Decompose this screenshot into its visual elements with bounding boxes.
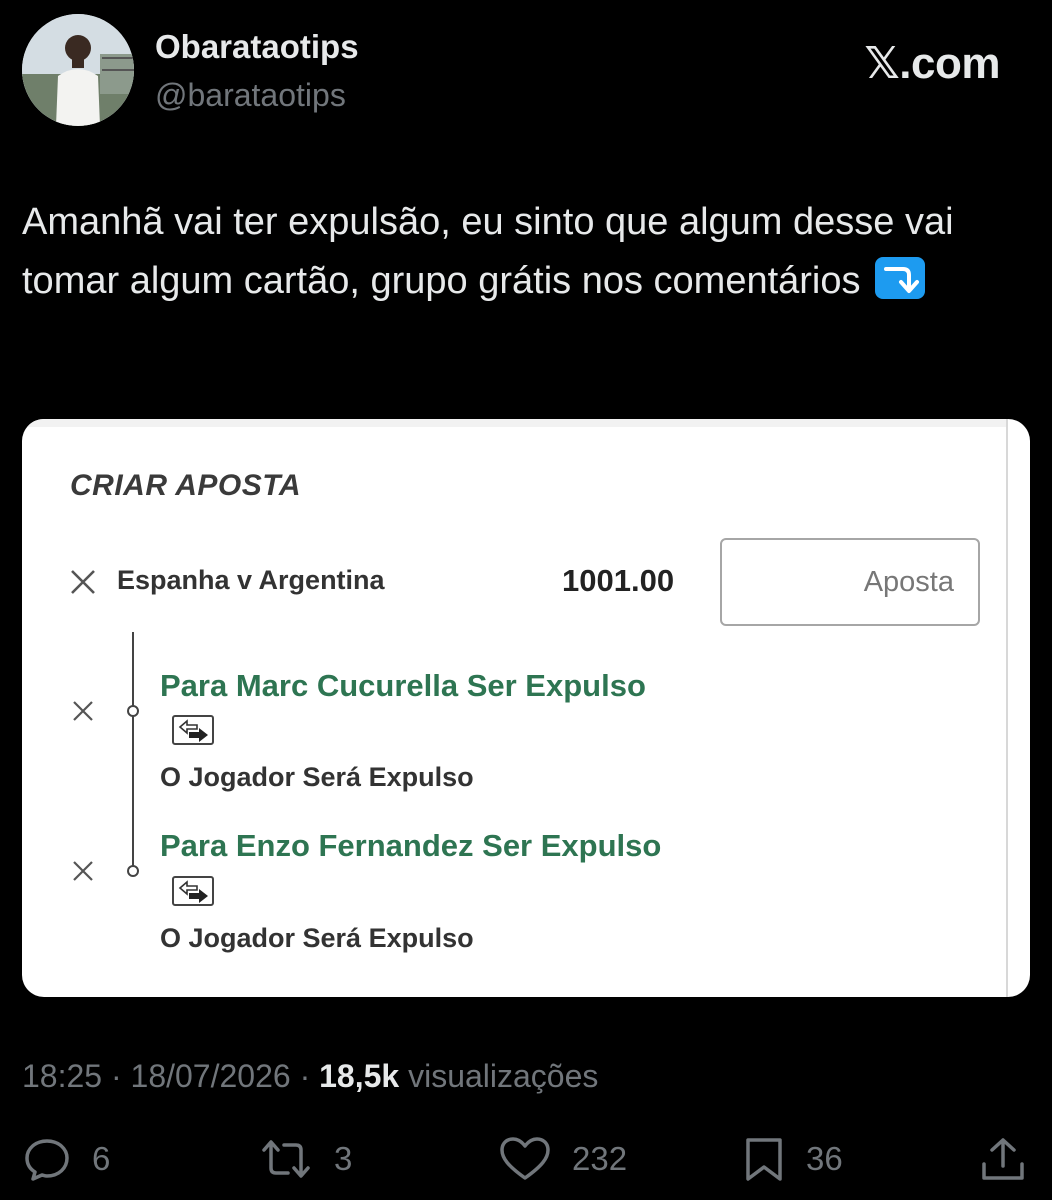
repost-button[interactable]: 3 [258,1136,352,1182]
separator-dot: · [110,1058,122,1094]
bookmark-button[interactable]: 36 [742,1136,843,1182]
heart-icon [500,1137,550,1180]
selection-connector-line [132,632,134,872]
selection-2-title[interactable]: Para Enzo Fernandez Ser Expulso [160,828,661,864]
reply-count: 6 [92,1140,111,1177]
avatar[interactable] [22,14,134,126]
reply-button[interactable]: 6 [22,1136,110,1182]
remove-selection-2-icon[interactable] [72,860,94,887]
swap-icon[interactable] [172,876,214,906]
bookmark-icon [746,1138,782,1181]
tweet-time[interactable]: 18:25 [22,1058,102,1094]
swap-icon[interactable] [172,715,214,745]
tweet-date[interactable]: 18/07/2026 [131,1058,291,1094]
repost-count: 3 [334,1140,353,1177]
stake-input[interactable] [720,538,980,626]
views-label: visualizações [408,1058,599,1094]
tweet-meta: 18:25 · 18/07/2026 · 18,5k visualizações [22,1058,598,1095]
display-name[interactable]: Obarataotips [155,28,359,66]
total-odds: 1001.00 [562,563,675,598]
x-logo: 𝕏.com [864,39,1000,88]
tweet-body: Amanhã vai ter expulsão, eu sinto que al… [22,201,954,302]
match-name: Espanha v Argentina [117,565,385,595]
selection-node [127,705,139,717]
user-handle[interactable]: @baratаotips [155,77,346,114]
remove-match-icon[interactable] [70,569,96,600]
views-count: 18,5k [319,1058,400,1094]
separator-dot: · [299,1058,311,1094]
share-icon [982,1138,1024,1180]
selection-2-market: O Jogador Será Expulso [160,923,474,953]
selection-1-market: O Jogador Será Expulso [160,762,474,792]
card-right-border [1006,419,1008,997]
card-top-border [22,419,1008,427]
bet-slip-card: CRIAR APOSTA Espanha v Argentina 1001.00… [22,419,1030,997]
reply-icon [25,1139,69,1181]
remove-selection-1-icon[interactable] [72,700,94,727]
selection-node [127,865,139,877]
selection-1-title[interactable]: Para Marc Cucurella Ser Expulso [160,668,646,704]
bet-slip-title: CRIAR APOSTA [70,469,301,502]
repost-icon [262,1140,310,1178]
tweet-text: Amanhã vai ter expulsão, eu sinto que al… [22,193,1022,311]
arrow-curving-down-emoji-icon [875,257,926,299]
share-button[interactable] [978,1136,1028,1182]
like-button[interactable]: 232 [498,1136,627,1182]
like-count: 232 [572,1140,628,1177]
bookmark-count: 36 [806,1140,843,1177]
